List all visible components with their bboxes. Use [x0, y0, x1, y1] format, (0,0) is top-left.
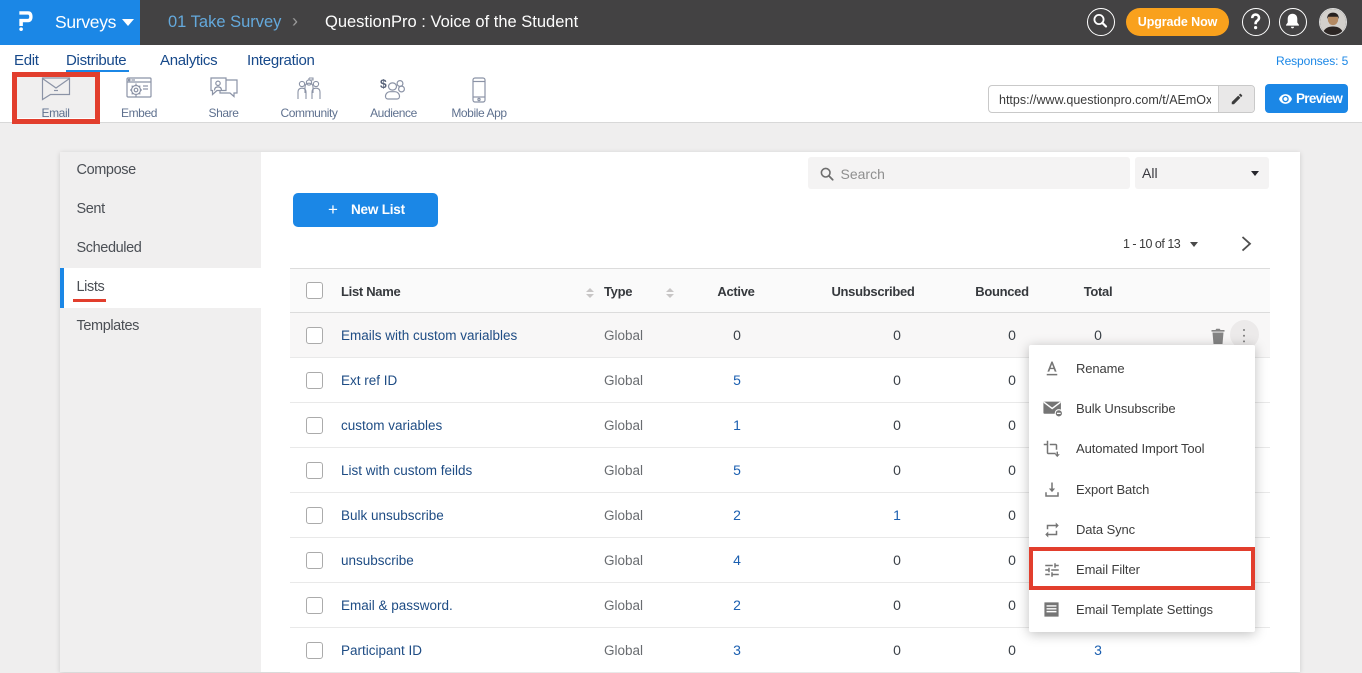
- svg-text:$: $: [380, 77, 387, 91]
